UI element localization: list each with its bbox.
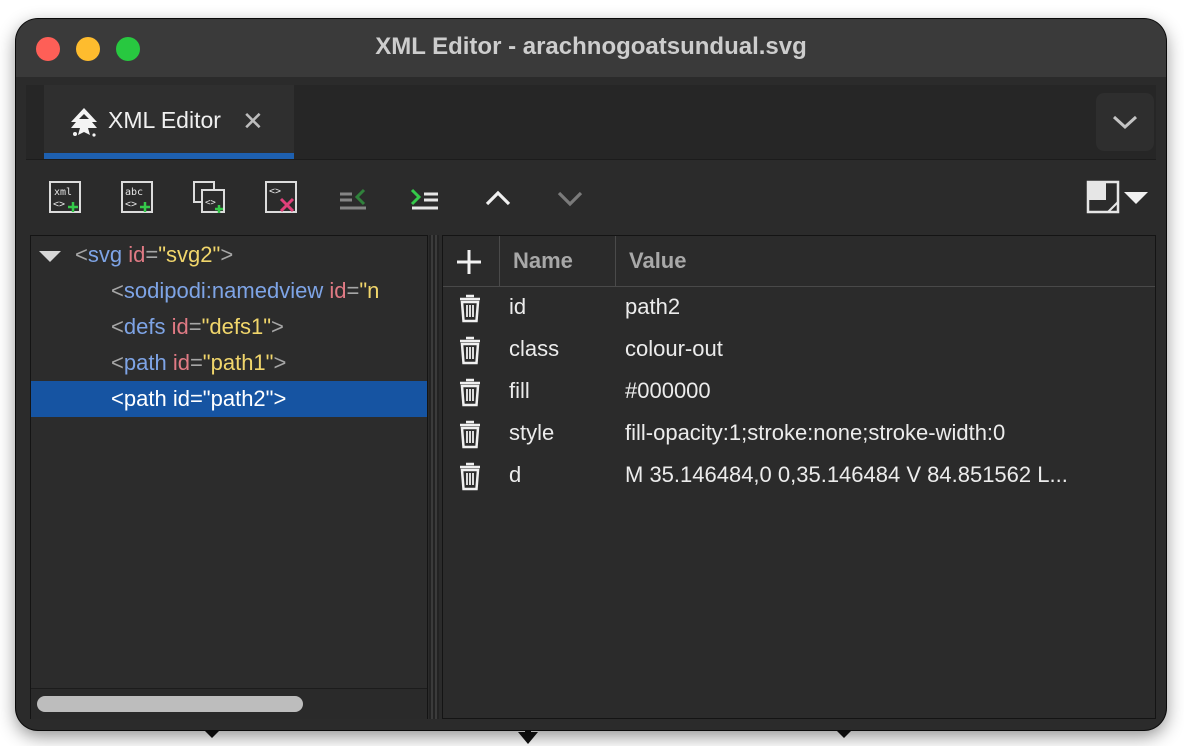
indent-node-button[interactable] [408, 180, 444, 216]
tree-node-namedview[interactable]: <sodipodi:namedview id="n [31, 273, 427, 309]
xml-toolbar: xml <> abc <> <> <> [26, 159, 1156, 236]
attribute-value[interactable]: colour-out [625, 336, 1145, 362]
close-tab-icon[interactable]: ✕ [242, 107, 266, 135]
window-title: XML Editor - arachnogoatsundual.svg [375, 33, 807, 60]
attribute-row[interactable]: fill #000000 [443, 371, 1155, 413]
tree-node-path1[interactable]: <path id="path1"> [31, 345, 427, 381]
tree-node-path2-selected[interactable]: <path id="path2"> [31, 381, 427, 417]
indent-icon [410, 188, 438, 210]
xml-node-tree[interactable]: <svg id="svg2"> <sodipodi:namedview id="… [30, 235, 428, 719]
svg-text:<>: <> [205, 198, 216, 208]
svg-text:<>: <> [269, 186, 281, 197]
unindent-icon [340, 188, 366, 210]
dock-tab-bar: XML Editor ✕ [26, 85, 1156, 159]
xml-editor-window: XML Editor - arachnogoatsundual.svg XML … [16, 19, 1166, 730]
attribute-value[interactable]: M 35.146484,0 0,35.146484 V 84.851562 L.… [625, 462, 1145, 488]
delete-node-icon: <> [265, 181, 297, 213]
pane-splitter[interactable] [429, 235, 439, 719]
attributes-panel: Name Value id path2 class colour-out fil… [442, 235, 1156, 719]
attribute-value[interactable]: fill-opacity:1;stroke:none;stroke-width:… [625, 420, 1145, 446]
svg-text:<>: <> [53, 199, 65, 210]
trash-icon[interactable] [457, 419, 483, 449]
column-divider [615, 236, 616, 286]
attribute-value[interactable]: path2 [625, 294, 1145, 320]
tab-menu-button[interactable] [1096, 93, 1154, 151]
attribute-value[interactable]: #000000 [625, 378, 1145, 404]
attribute-name[interactable]: class [509, 336, 559, 362]
title-bar: XML Editor - arachnogoatsundual.svg [16, 19, 1166, 77]
panel-layout-button[interactable] [1086, 180, 1154, 216]
abc-plus-icon: abc [125, 187, 143, 198]
scrollbar-thumb[interactable] [37, 696, 303, 712]
column-header-value[interactable]: Value [629, 248, 686, 274]
delete-node-button[interactable]: <> [264, 180, 300, 216]
chevron-down-icon [1112, 115, 1138, 130]
new-text-node-button[interactable]: abc <> [120, 180, 156, 216]
trash-icon[interactable] [457, 293, 483, 323]
attribute-name[interactable]: id [509, 294, 526, 320]
attribute-row[interactable]: d M 35.146484,0 0,35.146484 V 84.851562 … [443, 455, 1155, 497]
column-divider [499, 236, 500, 286]
attribute-name[interactable]: d [509, 462, 521, 488]
chevron-up-icon [485, 190, 511, 206]
attribute-row[interactable]: id path2 [443, 287, 1155, 329]
trash-icon[interactable] [457, 461, 483, 491]
tab-xml-editor[interactable]: XML Editor ✕ [44, 85, 294, 159]
tree-node-svg[interactable]: <svg id="svg2"> [31, 237, 427, 273]
dropdown-arrow-icon [1124, 192, 1148, 204]
tree-node-defs[interactable]: <defs id="defs1"> [31, 309, 427, 345]
attributes-header: Name Value [443, 236, 1155, 287]
xml-plus-icon: xml [54, 187, 72, 198]
inkscape-logo-icon [71, 108, 97, 137]
column-header-name[interactable]: Name [513, 248, 573, 274]
unindent-node-button[interactable] [336, 180, 372, 216]
new-element-node-button[interactable]: xml <> [48, 180, 84, 216]
attribute-name[interactable]: fill [509, 378, 530, 404]
expander-triangle-icon[interactable] [39, 251, 61, 262]
attribute-row[interactable]: class colour-out [443, 329, 1155, 371]
layout-icon [1086, 180, 1120, 214]
plus-icon [457, 250, 481, 274]
svg-text:<>: <> [125, 199, 137, 210]
duplicate-node-button[interactable]: <> [192, 180, 228, 216]
trash-icon[interactable] [457, 335, 483, 365]
chevron-down-icon [557, 191, 583, 207]
raise-node-button[interactable] [480, 180, 516, 216]
tab-label: XML Editor [108, 107, 221, 133]
duplicate-node-icon: <> [193, 181, 225, 213]
horizontal-scrollbar[interactable] [31, 688, 427, 719]
attribute-row[interactable]: style fill-opacity:1;stroke:none;stroke-… [443, 413, 1155, 455]
trash-icon[interactable] [457, 377, 483, 407]
add-attribute-button[interactable] [455, 248, 483, 276]
attribute-name[interactable]: style [509, 420, 554, 446]
lower-node-button[interactable] [552, 180, 588, 216]
